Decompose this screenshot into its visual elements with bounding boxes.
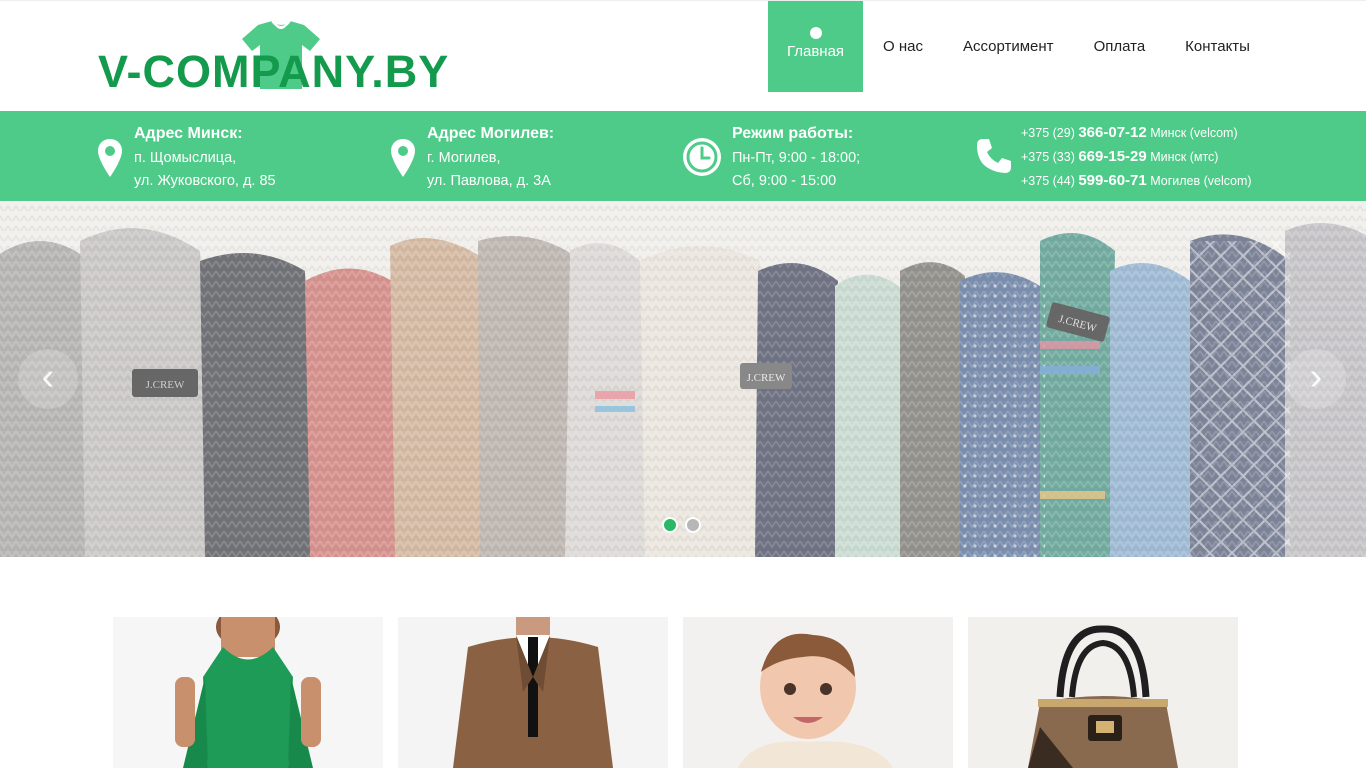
- nav-item-assortment[interactable]: Ассортимент: [943, 1, 1074, 92]
- slider-overlay: [0, 201, 1366, 557]
- category-card-suit[interactable]: [398, 617, 668, 768]
- active-dot-icon: [809, 27, 822, 39]
- nav-item-label: Оплата: [1093, 38, 1146, 55]
- nav-item-label: Ассортимент: [962, 38, 1054, 55]
- address-minsk-line1: п. Щомыслица,: [134, 150, 237, 166]
- address-mogilev-line2: ул. Павлова, д. 3А: [427, 173, 551, 189]
- address-mogilev: Адрес Могилев: г. Могилев, ул. Павлова, …: [427, 123, 554, 193]
- logo-text: V-COMPANY.BY: [98, 46, 450, 97]
- map-pin-icon: [98, 139, 122, 177]
- working-hours-title: Режим работы:: [732, 125, 854, 142]
- phone-list: +375 (29) 366-07-12 Минск (velcom) +375 …: [1021, 121, 1252, 193]
- phone-note: Минск (velcom): [1150, 126, 1238, 140]
- map-pin-icon: [391, 139, 415, 177]
- clock-icon: [683, 138, 721, 176]
- phone-number: 599-60-71: [1078, 172, 1147, 189]
- phone-note: Минск (мтс): [1150, 150, 1219, 164]
- header: V-COMPANY.BY Главная О нас Ассортимент О…: [0, 0, 1366, 111]
- nav-item-home[interactable]: Главная: [768, 1, 863, 92]
- chevron-left-icon: ‹: [41, 356, 55, 398]
- category-card-dress[interactable]: [113, 617, 383, 768]
- contact-info-bar: Адрес Минск: п. Щомыслица, ул. Жуковског…: [0, 111, 1366, 201]
- nav-item-payment[interactable]: Оплата: [1074, 1, 1166, 92]
- chevron-right-icon: ›: [1309, 356, 1323, 398]
- slider-pagination: [662, 517, 701, 533]
- phone-number: 366-07-12: [1078, 124, 1147, 141]
- slider-dot[interactable]: [662, 517, 678, 533]
- phone-code: +375 (44): [1021, 174, 1075, 188]
- slider-dot[interactable]: [685, 517, 701, 533]
- category-card-bags[interactable]: [968, 617, 1238, 768]
- main-nav: Главная О нас Ассортимент Оплата Контакт…: [768, 1, 1270, 92]
- category-card-kids[interactable]: [683, 617, 953, 768]
- phone-code: +375 (33): [1021, 150, 1075, 164]
- phone-note: Могилев (velcom): [1150, 174, 1252, 188]
- slider-prev-button[interactable]: ‹: [18, 349, 78, 409]
- working-hours: Режим работы: Пн-Пт, 9:00 - 18:00; Сб, 9…: [732, 123, 860, 193]
- address-mogilev-line1: г. Могилев,: [427, 150, 501, 166]
- working-hours-line2: Сб, 9:00 - 15:00: [732, 173, 837, 189]
- logo[interactable]: V-COMPANY.BY: [98, 19, 463, 95]
- phone-row[interactable]: +375 (44) 599-60-71 Могилев (velcom): [1021, 169, 1252, 193]
- handbag-photo: [968, 617, 1238, 768]
- nav-item-label: О нас: [883, 38, 923, 55]
- green-dress-photo: [113, 617, 383, 768]
- working-hours-line1: Пн-Пт, 9:00 - 18:00;: [732, 150, 861, 166]
- phone-icon: [977, 139, 1011, 173]
- baby-photo: [683, 617, 953, 768]
- nav-item-label: Главная: [786, 43, 845, 60]
- address-minsk-line2: ул. Жуковского, д. 85: [134, 173, 276, 189]
- address-minsk-title: Адрес Минск:: [134, 125, 243, 142]
- category-grid: [113, 617, 1238, 768]
- mens-suit-photo: [398, 617, 668, 768]
- phone-row[interactable]: +375 (29) 366-07-12 Минск (velcom): [1021, 121, 1252, 145]
- address-mogilev-title: Адрес Могилев:: [427, 125, 555, 142]
- phone-row[interactable]: +375 (33) 669-15-29 Минск (мтс): [1021, 145, 1252, 169]
- phone-number: 669-15-29: [1078, 148, 1147, 165]
- nav-item-label: Контакты: [1185, 38, 1250, 55]
- slider-next-button[interactable]: ›: [1286, 349, 1346, 409]
- hero-slider: J.CREW J.CREW J.CREW ‹ ›: [0, 201, 1366, 557]
- address-minsk: Адрес Минск: п. Щомыслица, ул. Жуковског…: [134, 123, 276, 193]
- nav-item-about[interactable]: О нас: [863, 1, 943, 92]
- nav-item-contacts[interactable]: Контакты: [1165, 1, 1270, 92]
- phone-code: +375 (29): [1021, 126, 1075, 140]
